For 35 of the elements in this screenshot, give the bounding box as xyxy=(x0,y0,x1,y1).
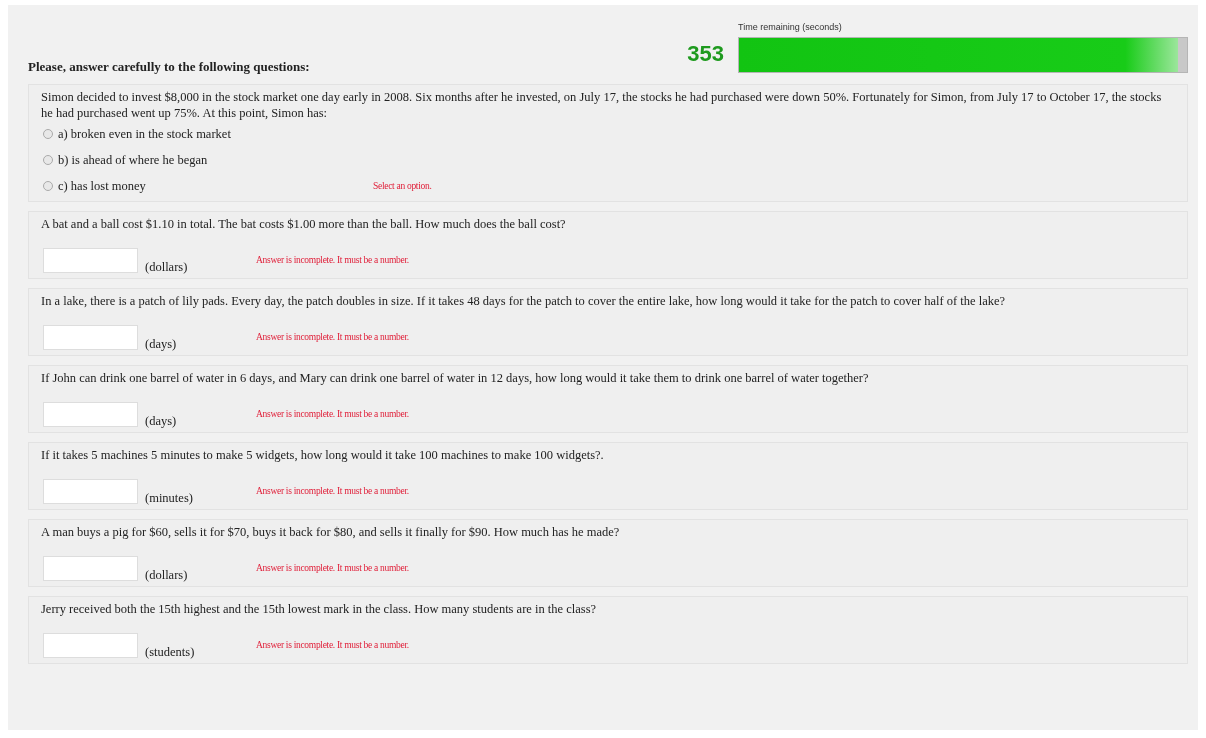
question-text: If John can drink one barrel of water in 6 days, and Mary can drink one barrel of water in 12 days, how long would it take them to drink one barrel of water together? xyxy=(41,370,870,386)
timer-value: 353 xyxy=(687,41,724,68)
answer-field[interactable] xyxy=(43,402,138,427)
question-text: Jerry received both the 15th highest and the 15th lowest mark in the class. How many students are in the class? xyxy=(41,601,598,617)
error-message: Answer is incomplete. It must be a number. xyxy=(256,255,409,265)
answer-field[interactable] xyxy=(43,325,138,350)
radio-option[interactable]: a) broken even in the stock market xyxy=(43,126,373,142)
answer-field[interactable] xyxy=(43,633,138,658)
unit-label: (dollars) xyxy=(145,260,189,275)
question-text: Simon decided to invest $8,000 in the stock market one day early in 2008. Six months after he invested, on July 17, the stocks he had purchased were down 50%. Fortunately for Simon, from July 17 to October 17, the stocks he had purchased went up 75%. At this point, Simon has: xyxy=(41,89,1163,121)
question-text: If it takes 5 machines 5 minutes to make 5 widgets, how long would it take 100 machines to make 100 widgets?. xyxy=(41,447,605,463)
error-message: Answer is incomplete. It must be a number. xyxy=(256,409,409,419)
error-message: Answer is incomplete. It must be a number. xyxy=(256,332,409,342)
unit-label: (minutes) xyxy=(145,491,194,506)
unit-label: (days) xyxy=(145,414,178,429)
radio-button[interactable] xyxy=(43,129,53,139)
question-text: In a lake, there is a patch of lily pads. Every day, the patch doubles in size. If it takes 48 days for the patch to cover the entire lake, how long would it take for the patch to cover half of the lake? xyxy=(41,293,1007,309)
radio-option[interactable]: b) is ahead of where he began xyxy=(43,152,373,168)
unit-label: (dollars) xyxy=(145,568,189,583)
answer-field[interactable] xyxy=(43,479,138,504)
error-message: Answer is incomplete. It must be a number. xyxy=(256,640,409,650)
unit-label: (days) xyxy=(145,337,178,352)
instruction-heading: Please, answer carefully to the following questions: xyxy=(28,59,310,76)
question-text: A man buys a pig for $60, sells it for $70, buys it back for $80, and sells it finally for $90. How much has he made? xyxy=(41,524,621,540)
question-text: A bat and a ball cost $1.10 in total. The bat costs $1.00 more than the ball. How much does the ball cost? xyxy=(41,216,567,232)
radio-button[interactable] xyxy=(43,181,53,191)
error-message: Answer is incomplete. It must be a number. xyxy=(256,486,409,496)
unit-label: (students) xyxy=(145,645,196,660)
answer-field[interactable] xyxy=(43,248,138,273)
radio-option[interactable]: c) has lost money xyxy=(43,178,373,194)
timer-label: Time remaining (seconds) xyxy=(738,22,843,32)
error-message: Answer is incomplete. It must be a number. xyxy=(256,563,409,573)
answer-field[interactable] xyxy=(43,556,138,581)
radio-button[interactable] xyxy=(43,155,53,165)
error-message: Select an option. xyxy=(373,181,432,191)
